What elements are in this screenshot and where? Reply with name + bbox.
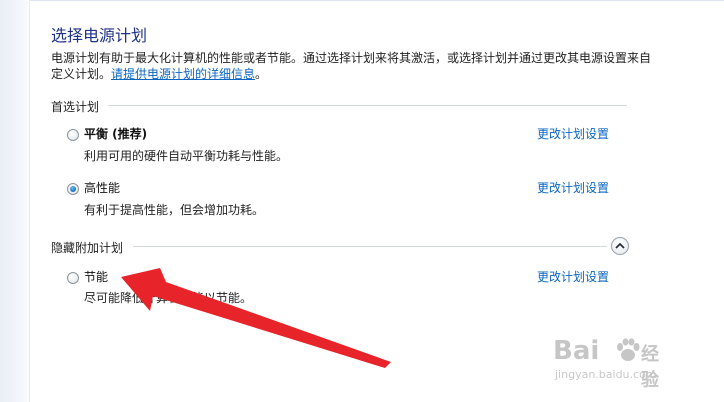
watermark-logo-text: Bai bbox=[553, 336, 600, 366]
watermark-logo-cn: 经验 bbox=[641, 344, 659, 391]
power-options-page: 选择电源计划 电源计划有助于最大化计算机的性能或者节能。通过选择计划来将其激活，… bbox=[0, 0, 724, 402]
paw-icon bbox=[617, 338, 640, 361]
watermark-url: jingyan.baidu.com bbox=[555, 368, 657, 381]
baidu-watermark: Bai 经验 jingyan.baidu.com bbox=[553, 336, 659, 391]
